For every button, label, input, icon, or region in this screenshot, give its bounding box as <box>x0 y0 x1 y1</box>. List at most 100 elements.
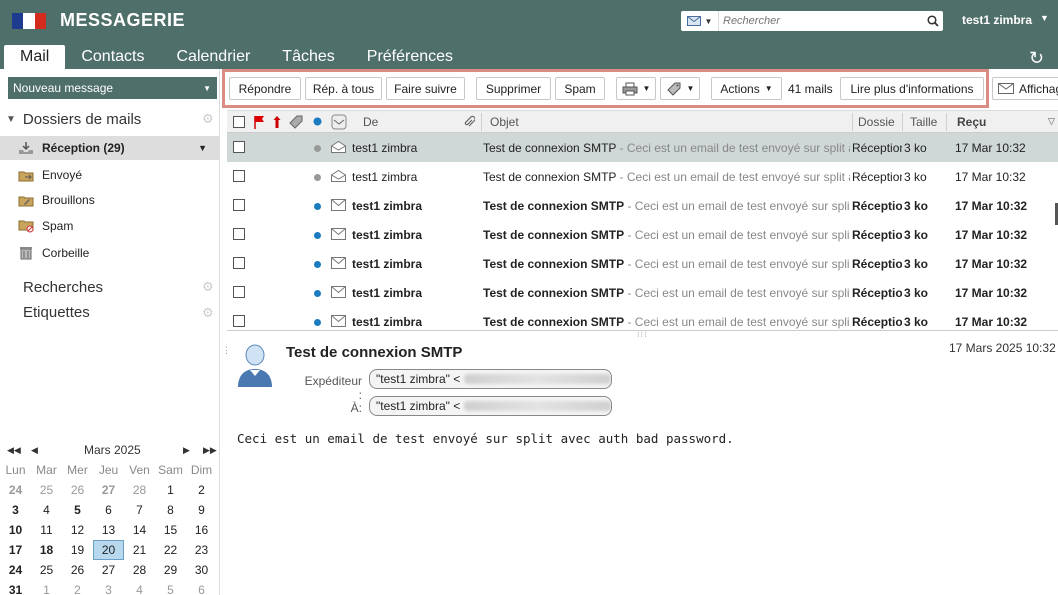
row-checkbox[interactable] <box>233 286 245 298</box>
flag-icon[interactable] <box>253 115 265 129</box>
calendar-day[interactable]: 31 <box>0 580 31 595</box>
column-received[interactable]: Reçu <box>957 115 986 129</box>
user-menu[interactable]: test1 zimbra <box>962 13 1032 27</box>
calendar-day[interactable]: 15 <box>155 520 186 540</box>
calendar-day[interactable]: 4 <box>31 500 62 520</box>
table-row[interactable]: test1 zimbra Test de connexion SMTP - Cec… <box>227 133 1058 162</box>
tag-icon[interactable] <box>289 115 303 129</box>
column-from[interactable]: De <box>363 115 378 129</box>
sidebar-item-inbox[interactable]: Réception (29) ▼ <box>0 136 219 160</box>
tab-calendar[interactable]: Calendrier <box>160 45 266 69</box>
chevron-down-icon[interactable]: ▼ <box>203 84 211 93</box>
print-button[interactable]: ▼ <box>616 77 656 100</box>
row-checkbox[interactable] <box>233 315 245 327</box>
row-checkbox[interactable] <box>233 141 245 153</box>
searches-header[interactable]: Recherches <box>23 279 103 296</box>
calendar-day[interactable]: 26 <box>62 480 93 500</box>
gear-icon[interactable]: ⚙ <box>202 111 214 127</box>
calendar-day[interactable]: 12 <box>62 520 93 540</box>
sidebar-item-spam[interactable]: Spam <box>0 214 219 238</box>
calendar-day[interactable]: 1 <box>155 480 186 500</box>
calendar-day[interactable]: 7 <box>124 500 155 520</box>
row-checkbox[interactable] <box>233 170 245 182</box>
read-status-icon[interactable] <box>314 174 321 181</box>
search-box[interactable]: ▼ <box>681 11 943 31</box>
table-row[interactable]: test1 zimbra Test de connexion SMTP - Cec… <box>227 249 1058 278</box>
calendar-day[interactable]: 19 <box>62 540 93 560</box>
sidebar-item-trash[interactable]: Corbeille <box>0 241 219 265</box>
tab-mail[interactable]: Mail <box>4 45 66 69</box>
calendar-day[interactable]: 3 <box>0 500 31 520</box>
calendar-day[interactable]: 27 <box>93 480 124 500</box>
new-message-button[interactable]: Nouveau message ▼ <box>8 77 217 99</box>
column-size[interactable]: Taille <box>910 115 937 129</box>
gear-icon[interactable]: ⚙ <box>202 279 214 295</box>
read-status-icon[interactable] <box>314 319 321 326</box>
tab-tasks[interactable]: Tâches <box>266 45 350 69</box>
calendar-day[interactable]: 2 <box>62 580 93 595</box>
row-checkbox[interactable] <box>233 199 245 211</box>
calendar-day[interactable]: 3 <box>93 580 124 595</box>
calendar-day[interactable]: 13 <box>93 520 124 540</box>
read-more-button[interactable]: Lire plus d'informations <box>840 77 984 100</box>
calendar-day[interactable]: 5 <box>62 500 93 520</box>
forward-button[interactable]: Faire suivre <box>386 77 465 100</box>
calendar-day[interactable]: 16 <box>186 520 217 540</box>
calendar-day[interactable]: 25 <box>31 480 62 500</box>
sidebar-item-drafts[interactable]: Brouillons <box>0 188 219 212</box>
calendar-day[interactable]: 30 <box>186 560 217 580</box>
refresh-icon[interactable]: ↻ <box>1029 48 1044 69</box>
calendar-day[interactable]: 2 <box>186 480 217 500</box>
delete-button[interactable]: Supprimer <box>476 77 551 100</box>
tab-contacts[interactable]: Contacts <box>65 45 160 69</box>
to-address[interactable]: "test1 zimbra" < <box>369 396 612 416</box>
calendar-day[interactable]: 25 <box>31 560 62 580</box>
paperclip-icon[interactable] <box>463 115 475 129</box>
table-row[interactable]: test1 zimbra Test de connexion SMTP - Cec… <box>227 307 1058 330</box>
prev-month-icon[interactable]: ◀ <box>31 445 38 456</box>
prev-year-icon[interactable]: ◀◀ <box>7 445 21 456</box>
calendar-day[interactable]: 26 <box>62 560 93 580</box>
column-folder[interactable]: Dossie <box>858 115 895 129</box>
read-status-icon[interactable] <box>313 117 322 126</box>
read-status-icon[interactable] <box>314 203 321 210</box>
calendar-day[interactable]: 9 <box>186 500 217 520</box>
collapse-triangle-icon[interactable]: ▼ <box>6 114 16 125</box>
search-scope-button[interactable]: ▼ <box>681 11 719 31</box>
from-address[interactable]: "test1 zimbra" < <box>369 369 612 389</box>
table-row[interactable]: test1 zimbra Test de connexion SMTP - Cec… <box>227 278 1058 307</box>
calendar-day[interactable]: 20 <box>93 540 124 560</box>
calendar-day[interactable]: 24 <box>0 560 31 580</box>
read-status-icon[interactable] <box>314 261 321 268</box>
calendar-day[interactable]: 24 <box>0 480 31 500</box>
row-checkbox[interactable] <box>233 228 245 240</box>
calendar-day[interactable]: 6 <box>186 580 217 595</box>
calendar-day[interactable]: 11 <box>31 520 62 540</box>
calendar-day[interactable]: 4 <box>124 580 155 595</box>
calendar-day[interactable]: 10 <box>0 520 31 540</box>
tab-preferences[interactable]: Préférences <box>351 45 469 69</box>
column-subject[interactable]: Objet <box>490 115 519 129</box>
actions-button[interactable]: Actions ▼ <box>711 77 782 100</box>
read-status-icon[interactable] <box>314 232 321 239</box>
gear-icon[interactable]: ⚙ <box>202 305 214 321</box>
read-status-icon[interactable] <box>314 145 321 152</box>
table-row[interactable]: test1 zimbra Test de connexion SMTP - Cec… <box>227 220 1058 249</box>
calendar-day[interactable]: 29 <box>155 560 186 580</box>
calendar-day[interactable]: 18 <box>31 540 62 560</box>
calendar-day[interactable]: 8 <box>155 500 186 520</box>
calendar-day[interactable]: 22 <box>155 540 186 560</box>
search-input[interactable] <box>719 12 923 30</box>
calendar-day[interactable]: 1 <box>31 580 62 595</box>
next-year-icon[interactable]: ▶▶ <box>203 445 217 456</box>
next-month-icon[interactable]: ▶ <box>183 445 190 456</box>
calendar-day[interactable]: 17 <box>0 540 31 560</box>
tags-header[interactable]: Etiquettes <box>23 304 90 321</box>
calendar-day[interactable]: 6 <box>93 500 124 520</box>
select-all-checkbox[interactable] <box>233 116 245 128</box>
calendar-day[interactable]: 27 <box>93 560 124 580</box>
display-button[interactable]: Affichag <box>992 77 1058 100</box>
spam-button[interactable]: Spam <box>555 77 605 100</box>
chevron-down-icon[interactable]: ▼ <box>198 143 207 153</box>
reply-all-button[interactable]: Rép. à tous <box>305 77 382 100</box>
